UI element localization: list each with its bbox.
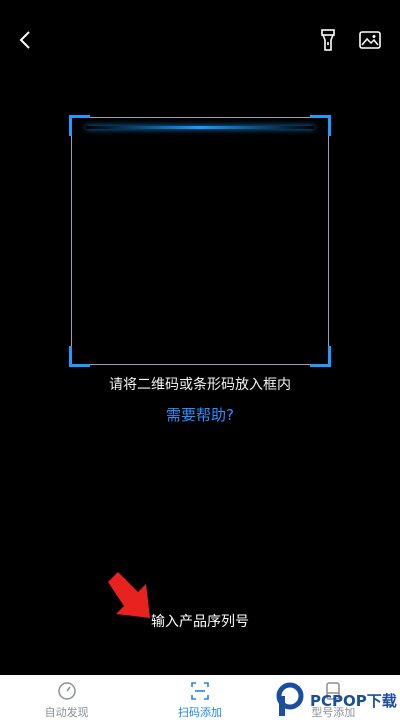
- site-watermark: PCPOP下载: [276, 680, 400, 720]
- image-album-icon: [359, 31, 381, 49]
- flashlight-button[interactable]: [316, 26, 340, 54]
- watermark-text: PCPOP下载: [310, 691, 397, 710]
- scan-hint: 请将二维码或条形码放入框内: [109, 377, 291, 393]
- frame-corner: [310, 346, 331, 367]
- chevron-left-icon: [19, 31, 30, 49]
- scan-frame: [69, 115, 331, 367]
- back-button[interactable]: [12, 26, 40, 54]
- frame-corner: [69, 346, 90, 367]
- tab-label: 扫码添加: [177, 706, 222, 719]
- top-bar: [0, 0, 400, 80]
- album-button[interactable]: [356, 26, 384, 54]
- gauge-icon: [57, 682, 76, 700]
- scan-line: [86, 126, 314, 129]
- help-link[interactable]: 需要帮助?: [0, 404, 400, 425]
- tab-auto-discover[interactable]: 自动发现: [0, 675, 133, 720]
- flashlight-icon: [321, 29, 335, 51]
- scan-icon: [191, 682, 209, 700]
- manual-entry-link[interactable]: 输入产品序列号: [0, 611, 400, 631]
- tab-scan-add[interactable]: 扫码添加: [133, 675, 266, 720]
- tab-label: 自动发现: [44, 706, 89, 719]
- pcpop-logo-icon: [276, 682, 304, 716]
